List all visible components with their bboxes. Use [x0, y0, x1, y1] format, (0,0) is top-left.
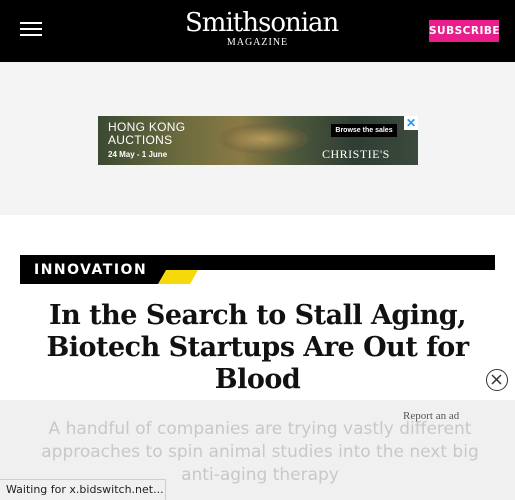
ad-headline-line: AUCTIONS — [108, 133, 173, 147]
article-headline: In the Search to Stall Aging, Biotech St… — [46, 300, 469, 395]
hamburger-menu-icon[interactable] — [20, 21, 42, 37]
subscribe-button[interactable]: SUBSCRIBE — [429, 20, 500, 42]
ad-brand-logo: CHRISTIE'S — [322, 147, 390, 161]
ad-container: HONG KONG AUCTIONS 24 May - 1 June Brows… — [0, 62, 515, 215]
ad-close-icon[interactable]: ✕ — [404, 116, 418, 130]
ad-dates: 24 May - 1 June — [108, 150, 168, 159]
christies-ad-banner[interactable]: HONG KONG AUCTIONS 24 May - 1 June Brows… — [98, 116, 418, 165]
ad-artwork-image — [218, 124, 308, 154]
menu-line — [20, 34, 42, 36]
ad-headline: HONG KONG AUCTIONS — [108, 121, 208, 147]
logo-wordmark: Smithsonian — [185, 8, 339, 38]
browser-status-bar: Waiting for x.bidswitch.net... — [0, 479, 166, 500]
menu-line — [20, 28, 42, 30]
site-header: Smithsonian MAGAZINE SUBSCRIBE — [0, 0, 515, 62]
report-ad-link[interactable]: Report an ad — [403, 410, 459, 422]
menu-line — [20, 22, 42, 24]
category-link[interactable]: INNOVATION — [34, 262, 147, 278]
logo-subtitle: MAGAZINE — [226, 37, 289, 48]
circle-close-icon[interactable] — [486, 369, 508, 391]
site-logo[interactable]: Smithsonian MAGAZINE — [185, 8, 339, 52]
category-accent-stripe — [158, 270, 198, 284]
article-subheadline: A handful of companies are trying vastly… — [41, 419, 479, 485]
ad-browse-button[interactable]: Browse the sales — [331, 124, 397, 137]
